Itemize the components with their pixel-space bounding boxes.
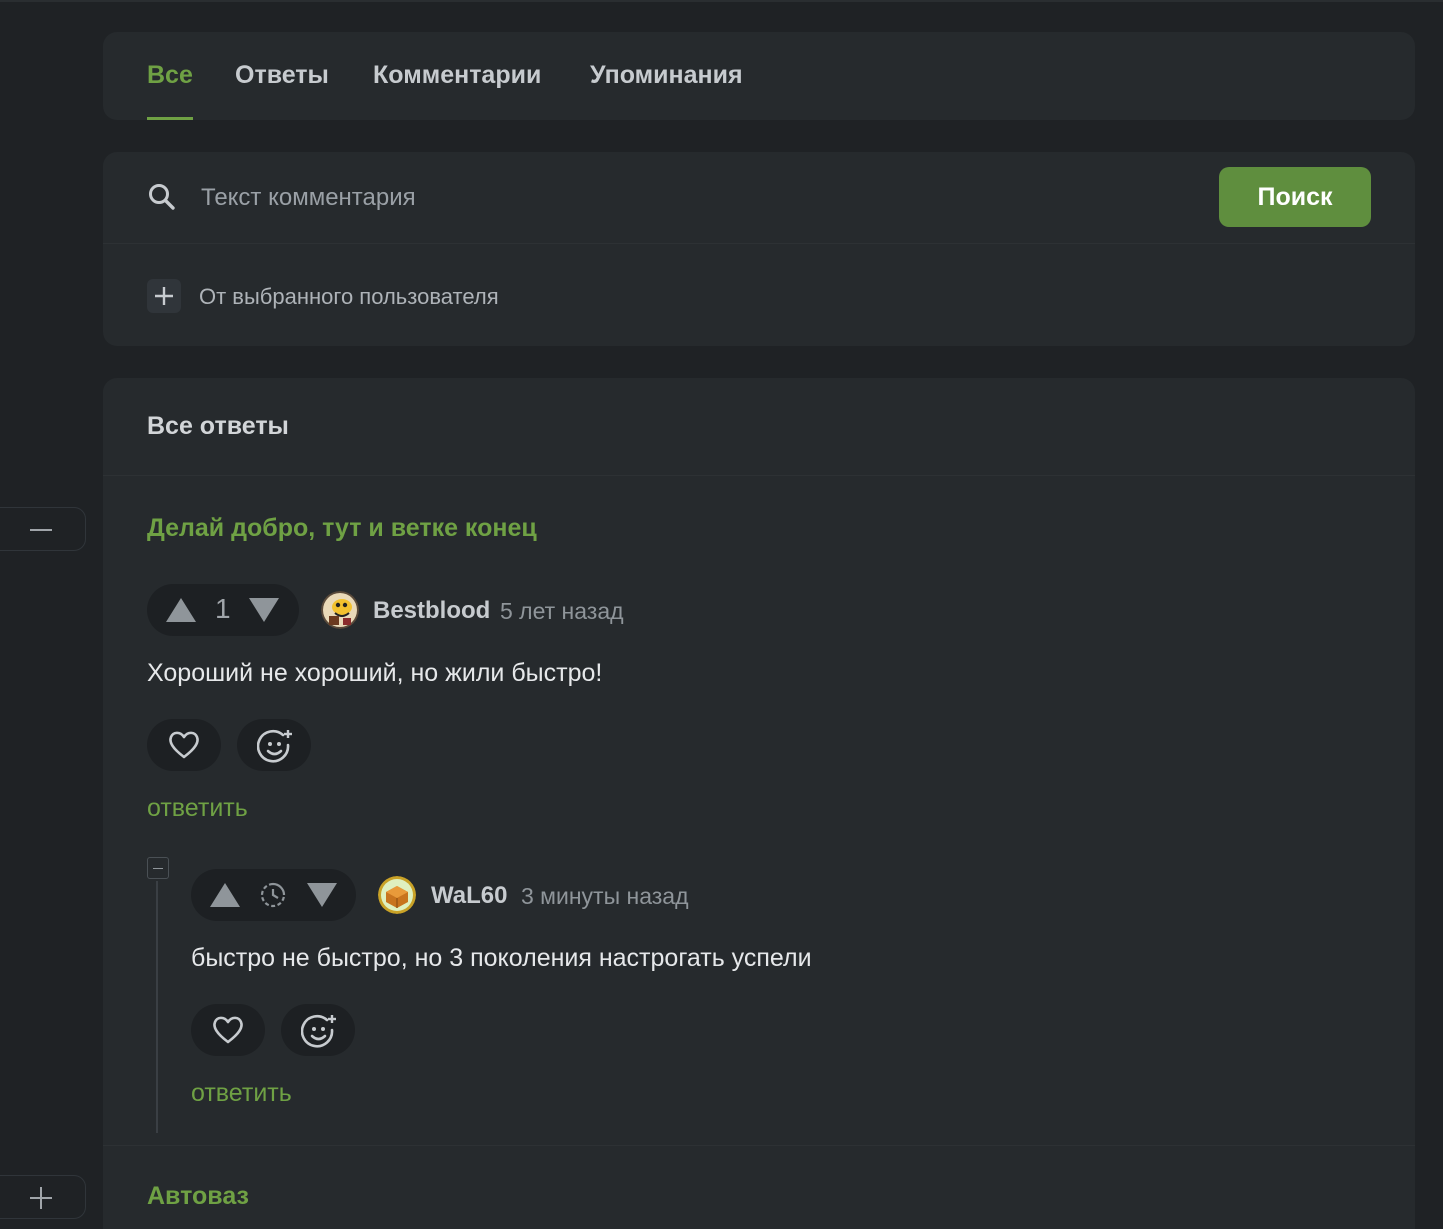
tab-answers[interactable]: Ответы (235, 32, 329, 120)
tab-mentions[interactable]: Упоминания (590, 32, 743, 120)
avatar-image (321, 591, 359, 629)
avatar-image (378, 876, 416, 914)
thread-title[interactable]: Автоваз (147, 1182, 249, 1211)
heart-icon (213, 1016, 243, 1044)
tab-all[interactable]: Все (147, 32, 193, 120)
plus-icon (30, 1187, 52, 1209)
like-button[interactable] (147, 719, 221, 771)
divider (103, 475, 1415, 476)
add-reaction-button[interactable] (237, 719, 311, 771)
heart-icon (169, 731, 199, 759)
search-row: Поиск (103, 152, 1415, 244)
tab-comments[interactable]: Комментарии (373, 32, 541, 120)
comment-time[interactable]: 5 лет назад (500, 598, 624, 625)
upvote-icon[interactable] (165, 596, 197, 624)
comment-text: Хороший не хороший, но жили быстро! (147, 659, 603, 687)
emoji-add-icon (257, 729, 292, 763)
downvote-icon[interactable] (248, 596, 280, 624)
comment-author[interactable]: WaL60 (431, 882, 507, 910)
search-panel: Поиск От выбранного пользователя (103, 152, 1415, 346)
add-user-filter-button[interactable] (147, 279, 181, 313)
reply-link[interactable]: ответить (147, 794, 248, 823)
user-filter-label: От выбранного пользователя (199, 284, 499, 309)
search-icon (149, 184, 175, 210)
downvote-icon[interactable] (306, 881, 338, 909)
section-title: Все ответы (147, 412, 289, 440)
vote-score: 1 (215, 593, 231, 624)
thread-branch-line[interactable] (156, 881, 158, 1133)
comment-time[interactable]: 3 минуты назад (521, 883, 689, 910)
user-filter[interactable]: От выбранного пользователя (103, 244, 1415, 346)
filter-tabs: Все Ответы Комментарии Упоминания (103, 32, 1415, 120)
top-strip (0, 0, 1443, 2)
divider (103, 1145, 1415, 1146)
reply-link[interactable]: ответить (191, 1079, 292, 1108)
search-button[interactable]: Поиск (1219, 167, 1371, 227)
clock-icon (260, 882, 286, 908)
upvote-icon[interactable] (209, 881, 241, 909)
search-input[interactable] (201, 176, 1201, 220)
comment-author[interactable]: Bestblood (373, 597, 490, 625)
avatar[interactable] (321, 591, 359, 629)
minus-icon (30, 529, 52, 531)
comments-panel: Все ответы Делай добро, тут и ветке коне… (103, 378, 1415, 1229)
collapse-reply-button[interactable] (147, 857, 169, 879)
avatar[interactable] (378, 876, 416, 914)
vote-widget: 1 (147, 584, 299, 636)
plus-icon (155, 287, 173, 305)
collapse-thread-button[interactable] (0, 507, 86, 551)
vote-widget (191, 869, 356, 921)
comment-text: быстро не быстро, но 3 поколения настрог… (191, 944, 812, 972)
like-button[interactable] (191, 1004, 265, 1056)
thread-title[interactable]: Делай добро, тут и ветке конец (147, 514, 537, 543)
add-reaction-button[interactable] (281, 1004, 355, 1056)
expand-thread-button[interactable] (0, 1175, 86, 1219)
emoji-add-icon (301, 1014, 336, 1048)
